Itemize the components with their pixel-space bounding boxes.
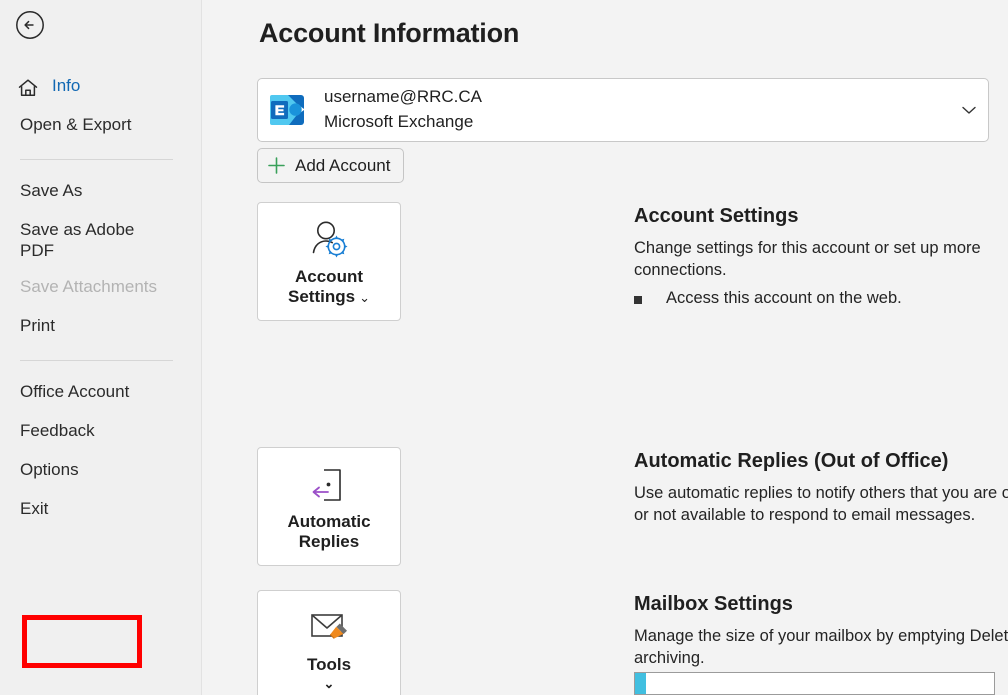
sidebar-item-open-and-export[interactable]: Open & Export: [0, 107, 201, 146]
chevron-down-icon[interactable]: ⌄: [359, 290, 370, 305]
sidebar-item-label: Office Account: [20, 382, 129, 403]
sidebar-item-label: Options: [20, 460, 79, 481]
account-text: username@RRC.CA Microsoft Exchange: [324, 85, 482, 134]
account-settings-icon: [306, 217, 352, 263]
account-settings-description: Change settings for this account or set …: [634, 238, 1006, 282]
account-email: username@RRC.CA: [324, 87, 482, 106]
account-settings-bullet-label: Access this account on the web.: [666, 289, 902, 308]
account-settings-bullet[interactable]: Access this account on the web.: [634, 289, 1006, 308]
mailbox-cleanup-tools-icon: [306, 605, 352, 651]
mailbox-usage-progress-bar: [634, 672, 995, 695]
account-settings-button-label: Account Settings ⌄: [288, 267, 370, 308]
options-highlight-annotation: [22, 615, 142, 668]
sidebar-divider-1: [20, 159, 173, 160]
mailbox-settings-description: Manage the size of your mailbox by empty…: [634, 626, 1008, 670]
cmd-label-line1: Automatic: [287, 512, 370, 531]
sidebar-item-label: Print: [20, 316, 55, 337]
mailbox-settings-heading: Mailbox Settings: [634, 593, 793, 616]
page-title: Account Information: [259, 18, 519, 49]
sidebar-item-label: Feedback: [20, 421, 95, 442]
home-icon: [17, 77, 39, 99]
sidebar-item-label: Save Attachments: [20, 277, 157, 298]
sidebar-item-save-attachments: Save Attachments: [0, 269, 201, 308]
exchange-icon: [268, 91, 306, 129]
sidebar-item-label: Exit: [20, 499, 48, 520]
automatic-replies-description: Use automatic replies to notify others t…: [634, 483, 1008, 527]
add-account-button[interactable]: Add Account: [257, 148, 404, 183]
outlook-backstage-view: Info Open & Export Save As Save as Adobe…: [0, 0, 1008, 695]
account-information-pane: Account Information username@RRC.CA Micr…: [202, 0, 1008, 695]
account-selector-dropdown[interactable]: username@RRC.CA Microsoft Exchange: [257, 78, 989, 142]
sidebar-item-exit[interactable]: Exit: [0, 491, 201, 530]
plus-icon: [267, 156, 286, 175]
sidebar-item-info[interactable]: Info: [0, 68, 201, 107]
account-settings-button[interactable]: Account Settings ⌄: [257, 202, 401, 321]
automatic-replies-heading: Automatic Replies (Out of Office): [634, 450, 948, 473]
automatic-replies-button-label: Automatic Replies: [287, 512, 370, 553]
cmd-label-line1: Account: [295, 267, 363, 286]
chevron-down-icon[interactable]: [962, 102, 976, 118]
out-of-office-icon: [306, 462, 352, 508]
sidebar-item-save-as-adobe-pdf[interactable]: Save as Adobe PDF: [0, 212, 201, 269]
mailbox-tools-button[interactable]: Tools ⌄: [257, 590, 401, 695]
automatic-replies-button[interactable]: Automatic Replies: [257, 447, 401, 566]
cmd-label-line2: Replies: [299, 532, 359, 551]
account-type: Microsoft Exchange: [324, 112, 473, 131]
cmd-label-line1: Tools: [307, 655, 351, 674]
sidebar-item-feedback[interactable]: Feedback: [0, 413, 201, 452]
mailbox-usage-progress-fill: [635, 673, 646, 694]
add-account-label: Add Account: [295, 156, 390, 176]
account-settings-heading: Account Settings: [634, 205, 798, 228]
chevron-down-icon[interactable]: ⌄: [307, 676, 351, 692]
sidebar-item-label: Open & Export: [20, 115, 132, 136]
backstage-nav: Info Open & Export Save As Save as Adobe…: [0, 68, 201, 530]
sidebar-divider-2: [20, 360, 173, 361]
sidebar-item-label: Save as Adobe PDF: [20, 220, 170, 261]
sidebar-item-options[interactable]: Options: [0, 452, 201, 491]
back-button[interactable]: [14, 9, 46, 41]
bullet-square-icon: [634, 296, 642, 304]
sidebar-item-label: Info: [52, 76, 80, 97]
sidebar-item-office-account[interactable]: Office Account: [0, 374, 201, 413]
back-arrow-icon: [15, 10, 45, 40]
cmd-label-line2: Settings: [288, 287, 355, 306]
mailbox-tools-button-label: Tools ⌄: [307, 655, 351, 692]
sidebar-item-print[interactable]: Print: [0, 308, 201, 347]
backstage-sidebar: Info Open & Export Save As Save as Adobe…: [0, 0, 202, 695]
sidebar-item-save-as[interactable]: Save As: [0, 173, 201, 212]
sidebar-item-label: Save As: [20, 181, 82, 202]
